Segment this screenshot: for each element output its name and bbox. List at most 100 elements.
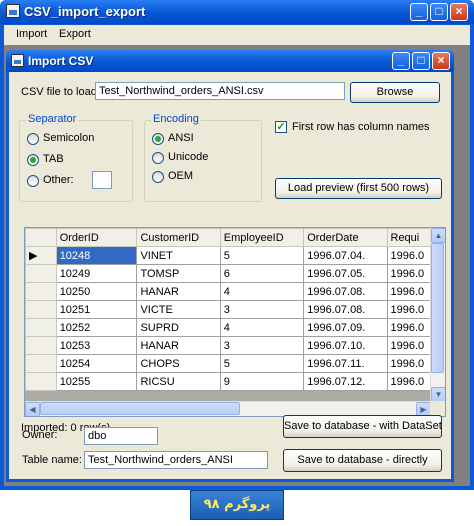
- table-cell[interactable]: VICTE: [136, 300, 221, 319]
- row-header[interactable]: [25, 318, 57, 337]
- table-cell[interactable]: 5: [219, 354, 305, 373]
- scrollbar-corner: [430, 401, 445, 416]
- scroll-down-icon[interactable]: ▼: [431, 387, 445, 402]
- table-row[interactable]: 10250 HANAR 4 1996.07.08. 1996.0: [25, 282, 445, 301]
- table-cell[interactable]: HANAR: [136, 282, 221, 301]
- table-cell[interactable]: 10252: [55, 318, 138, 337]
- scroll-left-icon[interactable]: ◀: [25, 402, 40, 416]
- table-name-label: Table name:: [22, 454, 82, 466]
- main-window-title: CSV_import_export: [24, 4, 146, 19]
- table-cell[interactable]: HANAR: [136, 336, 221, 355]
- table-cell[interactable]: 3: [219, 336, 305, 355]
- table-cell[interactable]: 1996.07.08.: [303, 282, 388, 301]
- table-cell[interactable]: 1996.07.12.: [303, 372, 388, 391]
- table-cell[interactable]: 4: [219, 318, 305, 337]
- grid-header-row: OrderID CustomerID EmployeeID OrderDate …: [25, 228, 445, 247]
- grid-corner[interactable]: [25, 228, 57, 247]
- table-cell[interactable]: 10250: [55, 282, 138, 301]
- load-preview-button[interactable]: Load preview (first 500 rows): [275, 178, 442, 199]
- row-header[interactable]: [25, 300, 57, 319]
- grid-vertical-scrollbar[interactable]: ▲ ▼: [430, 228, 445, 402]
- inner-close-button[interactable]: ×: [432, 52, 450, 70]
- table-cell[interactable]: 6: [219, 264, 305, 283]
- table-cell[interactable]: 5: [219, 246, 305, 265]
- scroll-up-icon[interactable]: ▲: [431, 228, 445, 243]
- table-row[interactable]: ▶ 10248 VINET 5 1996.07.04. 1996.0: [25, 246, 445, 265]
- table-row[interactable]: 10255 RICSU 9 1996.07.12. 1996.0: [25, 372, 445, 391]
- table-row[interactable]: 10251 VICTE 3 1996.07.08. 1996.0: [25, 300, 445, 319]
- separator-tab-radio[interactable]: [27, 154, 39, 166]
- row-header[interactable]: [25, 264, 57, 283]
- table-cell[interactable]: SUPRD: [136, 318, 221, 337]
- col-header-customerid[interactable]: CustomerID: [136, 228, 221, 247]
- table-row[interactable]: 10254 CHOPS 5 1996.07.11. 1996.0: [25, 354, 445, 373]
- csv-file-input[interactable]: Test_Northwind_orders_ANSI.csv: [95, 82, 345, 100]
- import-csv-title: Import CSV: [28, 54, 94, 68]
- separator-other-input[interactable]: [92, 171, 112, 189]
- encoding-group: Encoding ANSI Unicode OEM: [144, 113, 262, 202]
- table-cell[interactable]: 3: [219, 300, 305, 319]
- watermark-logo: پروگرم ۹۸: [190, 490, 284, 520]
- table-row[interactable]: 10253 HANAR 3 1996.07.10. 1996.0: [25, 336, 445, 355]
- encoding-ansi-radio[interactable]: [152, 133, 164, 145]
- import-csv-titlebar[interactable]: Import CSV _ □ ×: [6, 50, 454, 72]
- table-cell[interactable]: VINET: [136, 246, 221, 265]
- table-cell[interactable]: 1996.07.05.: [303, 264, 388, 283]
- owner-input[interactable]: dbo: [84, 427, 158, 445]
- encoding-group-title: Encoding: [151, 113, 201, 125]
- table-cell[interactable]: 10251: [55, 300, 138, 319]
- table-cell[interactable]: CHOPS: [136, 354, 221, 373]
- table-cell[interactable]: 10249: [55, 264, 138, 283]
- col-header-employeeid[interactable]: EmployeeID: [219, 228, 305, 247]
- table-cell[interactable]: 1996.07.09.: [303, 318, 388, 337]
- menu-export[interactable]: Export: [59, 28, 91, 40]
- encoding-unicode-radio[interactable]: [152, 152, 164, 164]
- encoding-oem-radio[interactable]: [152, 171, 164, 183]
- maximize-button[interactable]: □: [430, 3, 448, 21]
- table-name-input[interactable]: Test_Northwind_orders_ANSI: [84, 451, 268, 469]
- preview-grid[interactable]: OrderID CustomerID EmployeeID OrderDate …: [24, 227, 446, 417]
- table-cell[interactable]: TOMSP: [136, 264, 221, 283]
- table-cell[interactable]: 10253: [55, 336, 138, 355]
- table-cell[interactable]: 4: [219, 282, 305, 301]
- vertical-scroll-thumb[interactable]: [431, 243, 444, 373]
- encoding-unicode-label: Unicode: [168, 151, 209, 163]
- table-cell[interactable]: RICSU: [136, 372, 221, 391]
- table-cell[interactable]: 1996.07.08.: [303, 300, 388, 319]
- table-cell[interactable]: 1996.07.10.: [303, 336, 388, 355]
- save-directly-button[interactable]: Save to database - directly: [283, 449, 442, 472]
- row-header[interactable]: [25, 354, 57, 373]
- table-row[interactable]: 10249 TOMSP 6 1996.07.05. 1996.0: [25, 264, 445, 283]
- minimize-button[interactable]: _: [410, 3, 428, 21]
- table-cell[interactable]: 9: [219, 372, 305, 391]
- menu-import[interactable]: Import: [16, 28, 47, 40]
- row-header[interactable]: [25, 282, 57, 301]
- row-header-current[interactable]: ▶: [25, 246, 57, 265]
- close-button[interactable]: ×: [450, 3, 468, 21]
- separator-other-radio[interactable]: [27, 175, 39, 187]
- table-cell[interactable]: 1996.07.04.: [303, 246, 388, 265]
- row-header[interactable]: [25, 372, 57, 391]
- row-header[interactable]: [25, 336, 57, 355]
- table-cell[interactable]: 1996.07.11.: [303, 354, 388, 373]
- csv-file-label: CSV file to load:: [21, 86, 100, 98]
- table-cell[interactable]: 10248: [55, 246, 138, 265]
- inner-maximize-button[interactable]: □: [412, 52, 430, 70]
- col-header-orderdate[interactable]: OrderDate: [303, 228, 388, 247]
- table-row[interactable]: 10252 SUPRD 4 1996.07.09. 1996.0: [25, 318, 445, 337]
- table-cell[interactable]: 10255: [55, 372, 138, 391]
- separator-other-label: Other:: [43, 174, 74, 186]
- preview-table: OrderID CustomerID EmployeeID OrderDate …: [25, 228, 445, 391]
- grid-horizontal-scrollbar[interactable]: ◀ ▶: [25, 401, 431, 416]
- separator-semicolon-label: Semicolon: [43, 132, 95, 144]
- main-titlebar[interactable]: CSV_import_export _ □ ×: [0, 0, 474, 24]
- horizontal-scroll-thumb[interactable]: [40, 402, 240, 415]
- separator-group: Separator Semicolon TAB Other:: [19, 113, 133, 202]
- separator-semicolon-radio[interactable]: [27, 133, 39, 145]
- table-cell[interactable]: 10254: [55, 354, 138, 373]
- browse-button[interactable]: Browse: [350, 82, 440, 103]
- save-with-dataset-button[interactable]: Save to database - with DataSet: [283, 415, 442, 438]
- col-header-orderid[interactable]: OrderID: [55, 228, 138, 247]
- first-row-header-checkbox[interactable]: ✓: [275, 121, 287, 133]
- inner-minimize-button[interactable]: _: [392, 52, 410, 70]
